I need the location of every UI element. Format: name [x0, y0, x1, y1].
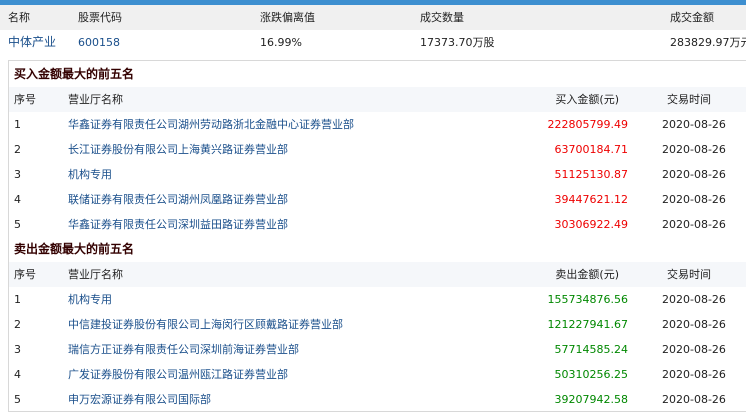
- col-name: 名称: [8, 11, 30, 24]
- table-row: 1 机构专用 155734876.56 2020-08-26: [0, 287, 746, 312]
- volume-value: 17373.70万股: [420, 36, 495, 49]
- branch-link[interactable]: 机构专用: [68, 287, 112, 312]
- amount-value: 63700184.71: [554, 143, 628, 156]
- buy-section-title: 买入金额最大的前五名: [0, 62, 746, 87]
- table-row: 4 广发证券股份有限公司温州瓯江路证券营业部 50310256.25 2020-…: [0, 362, 746, 387]
- trade-date: 2020-08-26: [662, 193, 726, 206]
- amount-value: 51125130.87: [554, 168, 628, 181]
- branch-link[interactable]: 华鑫证券有限责任公司湖州劳动路浙北金融中心证券营业部: [68, 112, 354, 137]
- amount-value: 155734876.56: [547, 293, 628, 306]
- branch-link[interactable]: 机构专用: [68, 162, 112, 187]
- amount-value: 57714585.24: [554, 343, 628, 356]
- row-no: 2: [14, 143, 21, 156]
- table-row: 5 华鑫证券有限责任公司深圳益田路证券营业部 30306922.49 2020-…: [0, 212, 746, 237]
- amount-value: 222805799.49: [547, 118, 628, 131]
- col-turnover: 成交金额: [670, 11, 714, 24]
- branch-link[interactable]: 中信建投证券股份有限公司上海闵行区顾戴路证券营业部: [68, 312, 343, 337]
- col-amount: 卖出金额(元): [555, 268, 619, 281]
- trade-date: 2020-08-26: [662, 343, 726, 356]
- stock-name-link[interactable]: 中体产业: [8, 30, 56, 55]
- table-row: 5 申万宏源证券有限公司国际部 39207942.58 2020-08-26: [0, 387, 746, 412]
- trade-date: 2020-08-26: [662, 118, 726, 131]
- summary-header: 名称 股票代码 涨跌偏离值 成交数量 成交金额: [0, 5, 746, 30]
- table-row: 2 中信建投证券股份有限公司上海闵行区顾戴路证券营业部 121227941.67…: [0, 312, 746, 337]
- trade-date: 2020-08-26: [662, 143, 726, 156]
- branch-link[interactable]: 申万宏源证券有限公司国际部: [68, 387, 211, 412]
- branch-link[interactable]: 广发证券股份有限公司温州瓯江路证券营业部: [68, 362, 288, 387]
- table-row: 4 联储证券有限责任公司湖州凤凰路证券营业部 39447621.12 2020-…: [0, 187, 746, 212]
- col-date: 交易时间: [667, 93, 711, 106]
- trade-date: 2020-08-26: [662, 368, 726, 381]
- table-row: 3 瑞信方正证券有限责任公司深圳前海证券营业部 57714585.24 2020…: [0, 337, 746, 362]
- trade-date: 2020-08-26: [662, 318, 726, 331]
- branch-link[interactable]: 联储证券有限责任公司湖州凤凰路证券营业部: [68, 187, 288, 212]
- row-no: 1: [14, 293, 21, 306]
- row-no: 3: [14, 343, 21, 356]
- col-deviation: 涨跌偏离值: [260, 11, 315, 24]
- amount-value: 50310256.25: [554, 368, 628, 381]
- turnover-value: 283829.97万元: [670, 36, 746, 49]
- col-branch: 营业厅名称: [68, 93, 123, 106]
- buy-title: 买入金额最大的前五名: [14, 67, 135, 81]
- branch-link[interactable]: 华鑫证券有限责任公司深圳益田路证券营业部: [68, 212, 288, 237]
- buy-table-header: 序号 营业厅名称 买入金额(元) 交易时间: [9, 87, 746, 112]
- table-row: 3 机构专用 51125130.87 2020-08-26: [0, 162, 746, 187]
- col-no: 序号: [14, 93, 36, 106]
- row-no: 4: [14, 368, 21, 381]
- sell-table-header: 序号 营业厅名称 卖出金额(元) 交易时间: [9, 262, 746, 287]
- trade-date: 2020-08-26: [662, 393, 726, 406]
- col-no: 序号: [14, 268, 36, 281]
- trade-date: 2020-08-26: [662, 293, 726, 306]
- amount-value: 39447621.12: [554, 193, 628, 206]
- amount-value: 39207942.58: [554, 393, 628, 406]
- row-no: 1: [14, 118, 21, 131]
- table-row: 1 华鑫证券有限责任公司湖州劳动路浙北金融中心证券营业部 222805799.4…: [0, 112, 746, 137]
- col-code: 股票代码: [78, 11, 122, 24]
- stock-code-link[interactable]: 600158: [78, 30, 120, 55]
- amount-value: 30306922.49: [554, 218, 628, 231]
- col-volume: 成交数量: [420, 11, 464, 24]
- col-date: 交易时间: [667, 268, 711, 281]
- col-branch: 营业厅名称: [68, 268, 123, 281]
- branch-link[interactable]: 瑞信方正证券有限责任公司深圳前海证券营业部: [68, 337, 299, 362]
- row-no: 2: [14, 318, 21, 331]
- trade-date: 2020-08-26: [662, 218, 726, 231]
- sell-section-title: 卖出金额最大的前五名: [0, 237, 746, 262]
- sell-title: 卖出金额最大的前五名: [14, 242, 135, 256]
- row-no: 4: [14, 193, 21, 206]
- table-row: 2 长江证券股份有限公司上海黄兴路证券营业部 63700184.71 2020-…: [0, 137, 746, 162]
- summary-row: 中体产业 600158 16.99% 17373.70万股 283829.97万…: [0, 30, 746, 55]
- trade-date: 2020-08-26: [662, 168, 726, 181]
- row-no: 5: [14, 218, 21, 231]
- col-amount: 买入金额(元): [555, 93, 619, 106]
- row-no: 5: [14, 393, 21, 406]
- deviation-value: 16.99%: [260, 36, 302, 49]
- row-no: 3: [14, 168, 21, 181]
- amount-value: 121227941.67: [547, 318, 628, 331]
- branch-link[interactable]: 长江证券股份有限公司上海黄兴路证券营业部: [68, 137, 288, 162]
